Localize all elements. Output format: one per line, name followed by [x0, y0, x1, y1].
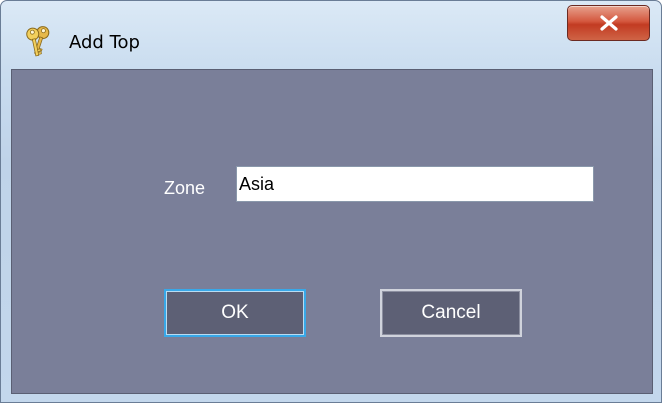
- cancel-button[interactable]: Cancel: [380, 289, 522, 337]
- keys-icon: [24, 24, 52, 58]
- title-bar[interactable]: Add Top: [1, 1, 661, 67]
- close-icon: [600, 15, 618, 31]
- dialog-window: Add Top Zone OK Cancel: [0, 0, 662, 403]
- close-button[interactable]: [567, 5, 650, 41]
- zone-input[interactable]: [236, 166, 594, 202]
- zone-label: Zone: [164, 178, 206, 198]
- ok-button[interactable]: OK: [164, 289, 306, 337]
- dialog-client-area: Zone OK Cancel: [11, 69, 653, 394]
- window-title: Add Top: [69, 32, 140, 53]
